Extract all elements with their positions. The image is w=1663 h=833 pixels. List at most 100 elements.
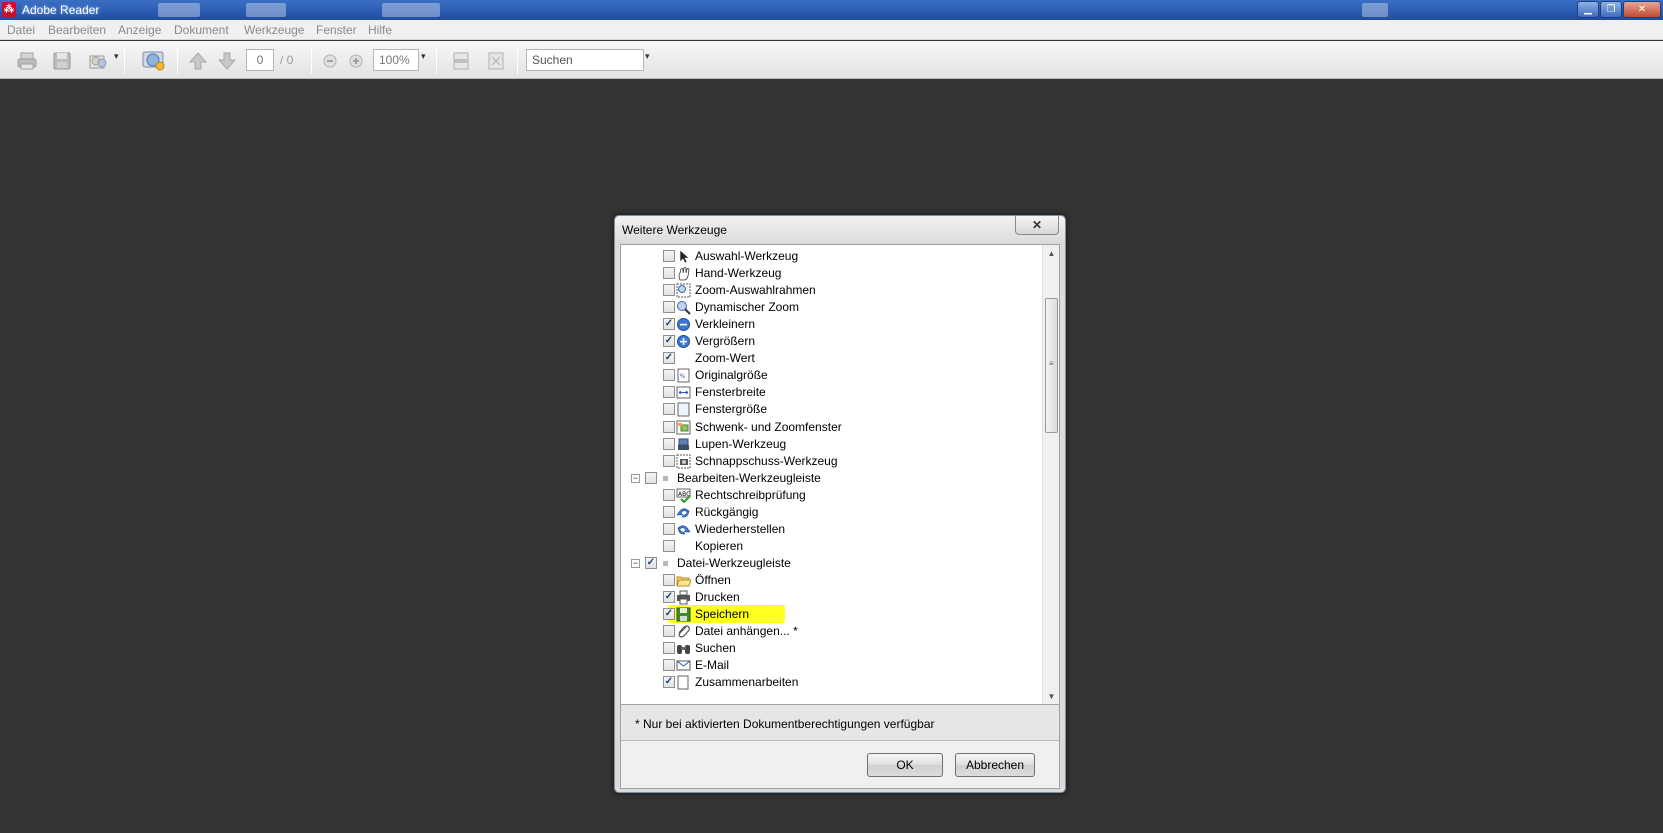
tree-item[interactable]: Dynamischer Zoom — [621, 298, 1041, 316]
menu-hilfe[interactable]: Hilfe — [368, 23, 392, 37]
tree-item[interactable]: Rückgängig — [621, 503, 1041, 521]
zoom-in-icon[interactable] — [348, 50, 364, 72]
menu-bearbeiten[interactable]: Bearbeiten — [48, 23, 106, 37]
tree-item[interactable]: Lupen-Werkzeug — [621, 435, 1041, 453]
tree-checkbox[interactable]: ✓ — [663, 352, 675, 365]
tree-label: Fenstergröße — [695, 402, 768, 417]
tree-item[interactable]: ✓ Zoom-Wert — [621, 349, 1041, 367]
tree-label: Datei-Werkzeugleiste — [677, 555, 791, 570]
tree-label: Dynamischer Zoom — [695, 300, 800, 315]
dialog-close-button[interactable]: ✕ — [1015, 216, 1059, 235]
tree-item[interactable]: ABC Rechtschreibprüfung — [621, 486, 1041, 504]
close-window-button[interactable]: ✕ — [1623, 1, 1661, 18]
tree-item[interactable]: E-Mail — [621, 656, 1041, 674]
tree-item[interactable]: Kopieren — [621, 537, 1041, 555]
next-page-icon[interactable] — [216, 50, 238, 72]
menu-dokument[interactable]: Dokument — [174, 23, 229, 37]
tree-checkbox[interactable]: ✓ — [663, 676, 675, 689]
tree-item[interactable]: Fenstergröße — [621, 400, 1041, 418]
collaborate-icon[interactable] — [141, 50, 167, 72]
tree-item[interactable]: Auswahl-Werkzeug — [621, 247, 1041, 265]
tree-item[interactable]: Zoom-Auswahlrahmen — [621, 281, 1041, 299]
tree-checkbox[interactable] — [663, 437, 675, 450]
tree-label: Schnappschuss-Werkzeug — [695, 453, 838, 468]
tree-checkbox[interactable] — [663, 369, 675, 382]
tree-item[interactable]: ✓ Speichern — [621, 605, 1041, 624]
page-total: / 0 — [280, 53, 294, 67]
tree-checkbox[interactable] — [645, 471, 657, 484]
tree-checkbox[interactable]: ✓ — [663, 591, 675, 603]
tree-checkbox[interactable] — [663, 488, 675, 501]
tree-item[interactable]: ✓ Verkleinern — [621, 315, 1041, 333]
tree-item[interactable]: Fensterbreite — [621, 383, 1041, 401]
page-number-input[interactable]: 0 — [246, 49, 274, 71]
tree-item[interactable]: ✓ Vergrößern — [621, 332, 1041, 350]
tree-checkbox[interactable] — [663, 573, 675, 586]
tree-group[interactable]: − Bearbeiten-Werkzeugleiste — [621, 469, 1041, 487]
menu-datei[interactable]: Datei — [7, 23, 35, 37]
minimize-button[interactable]: ▁ — [1577, 1, 1599, 18]
tree-checkbox[interactable]: ✓ — [645, 556, 657, 569]
tree-checkbox[interactable] — [663, 505, 675, 518]
ok-button[interactable]: OK — [867, 753, 943, 777]
previous-page-icon[interactable] — [187, 50, 209, 72]
menu-anzeige[interactable]: Anzeige — [118, 23, 161, 37]
print-icon[interactable] — [16, 50, 38, 72]
zoom-value-input[interactable]: 100% — [373, 49, 419, 71]
tree-checkbox[interactable] — [663, 522, 675, 535]
tree-item[interactable]: Suchen — [621, 639, 1041, 657]
tree-item[interactable]: Öffnen — [621, 571, 1041, 589]
tree-checkbox[interactable] — [663, 642, 675, 655]
tree-checkbox[interactable] — [663, 420, 675, 433]
tree-label: Lupen-Werkzeug — [695, 436, 787, 451]
tree-checkbox[interactable] — [663, 301, 675, 314]
scroll-thumb[interactable]: ≡ — [1045, 298, 1058, 433]
tree-scrollbar[interactable]: ▲ ≡ ▼ — [1042, 245, 1059, 704]
cancel-button[interactable]: Abbrechen — [955, 753, 1035, 777]
fit-width-icon[interactable] — [450, 50, 472, 72]
tools-tree[interactable]: Auswahl-Werkzeug Hand-Werkzeug Zoom-Auswah… — [621, 245, 1059, 705]
tree-label: Öffnen — [695, 572, 731, 587]
tree-checkbox[interactable] — [663, 539, 675, 552]
menu-werkzeuge[interactable]: Werkzeuge — [244, 23, 304, 37]
menu-bar: Datei Bearbeiten Anzeige Dokument Werkze… — [0, 20, 1663, 40]
tree-checkbox[interactable] — [663, 250, 675, 262]
tree-checkbox[interactable] — [663, 267, 675, 280]
tree-item[interactable]: Schwenk- und Zoomfenster — [621, 418, 1041, 436]
tree-item[interactable]: Hand-Werkzeug — [621, 264, 1041, 282]
fit-page-icon[interactable] — [485, 50, 507, 72]
tree-item[interactable]: ✓ Drucken — [621, 588, 1041, 606]
tree-checkbox[interactable] — [663, 284, 675, 297]
zoom-dropdown-icon[interactable]: ▾ — [421, 51, 426, 62]
tree-item[interactable]: Schnappschuss-Werkzeug — [621, 452, 1041, 470]
zoom-out-icon[interactable] — [322, 50, 338, 72]
share-dropdown-icon[interactable]: ▾ — [114, 51, 119, 62]
fit-width-icon — [676, 385, 691, 400]
tree-item[interactable]: % Originalgröße — [621, 366, 1041, 384]
tree-checkbox[interactable]: ✓ — [663, 608, 675, 621]
tree-checkbox[interactable]: ✓ — [663, 318, 675, 331]
tree-label: Verkleinern — [695, 317, 756, 332]
tree-checkbox[interactable]: ✓ — [663, 335, 675, 348]
search-dropdown-icon[interactable]: ▾ — [645, 51, 650, 62]
collapse-icon[interactable]: − — [631, 558, 640, 568]
pan-zoom-icon — [676, 420, 691, 435]
tree-item[interactable]: Wiederherstellen — [621, 520, 1041, 538]
share-icon[interactable] — [87, 50, 109, 72]
restore-button[interactable]: ❐ — [1600, 1, 1622, 18]
scroll-down-icon[interactable]: ▼ — [1044, 689, 1059, 704]
save-icon[interactable] — [51, 50, 73, 72]
tree-checkbox[interactable] — [663, 403, 675, 416]
tree-group[interactable]: − ✓ Datei-Werkzeugleiste — [621, 554, 1041, 572]
menu-fenster[interactable]: Fenster — [316, 23, 357, 37]
tree-item[interactable]: ✓ Zusammenarbeiten — [621, 673, 1041, 691]
tree-label: Speichern — [695, 607, 750, 622]
tree-checkbox[interactable] — [663, 386, 675, 399]
scroll-up-icon[interactable]: ▲ — [1044, 246, 1059, 261]
tree-item[interactable]: Datei anhängen... * — [621, 622, 1041, 640]
tree-checkbox[interactable] — [663, 659, 675, 672]
tree-checkbox[interactable] — [663, 454, 675, 467]
collapse-icon[interactable]: − — [631, 473, 640, 483]
tree-checkbox[interactable] — [663, 625, 675, 638]
search-input[interactable]: Suchen — [526, 49, 644, 71]
